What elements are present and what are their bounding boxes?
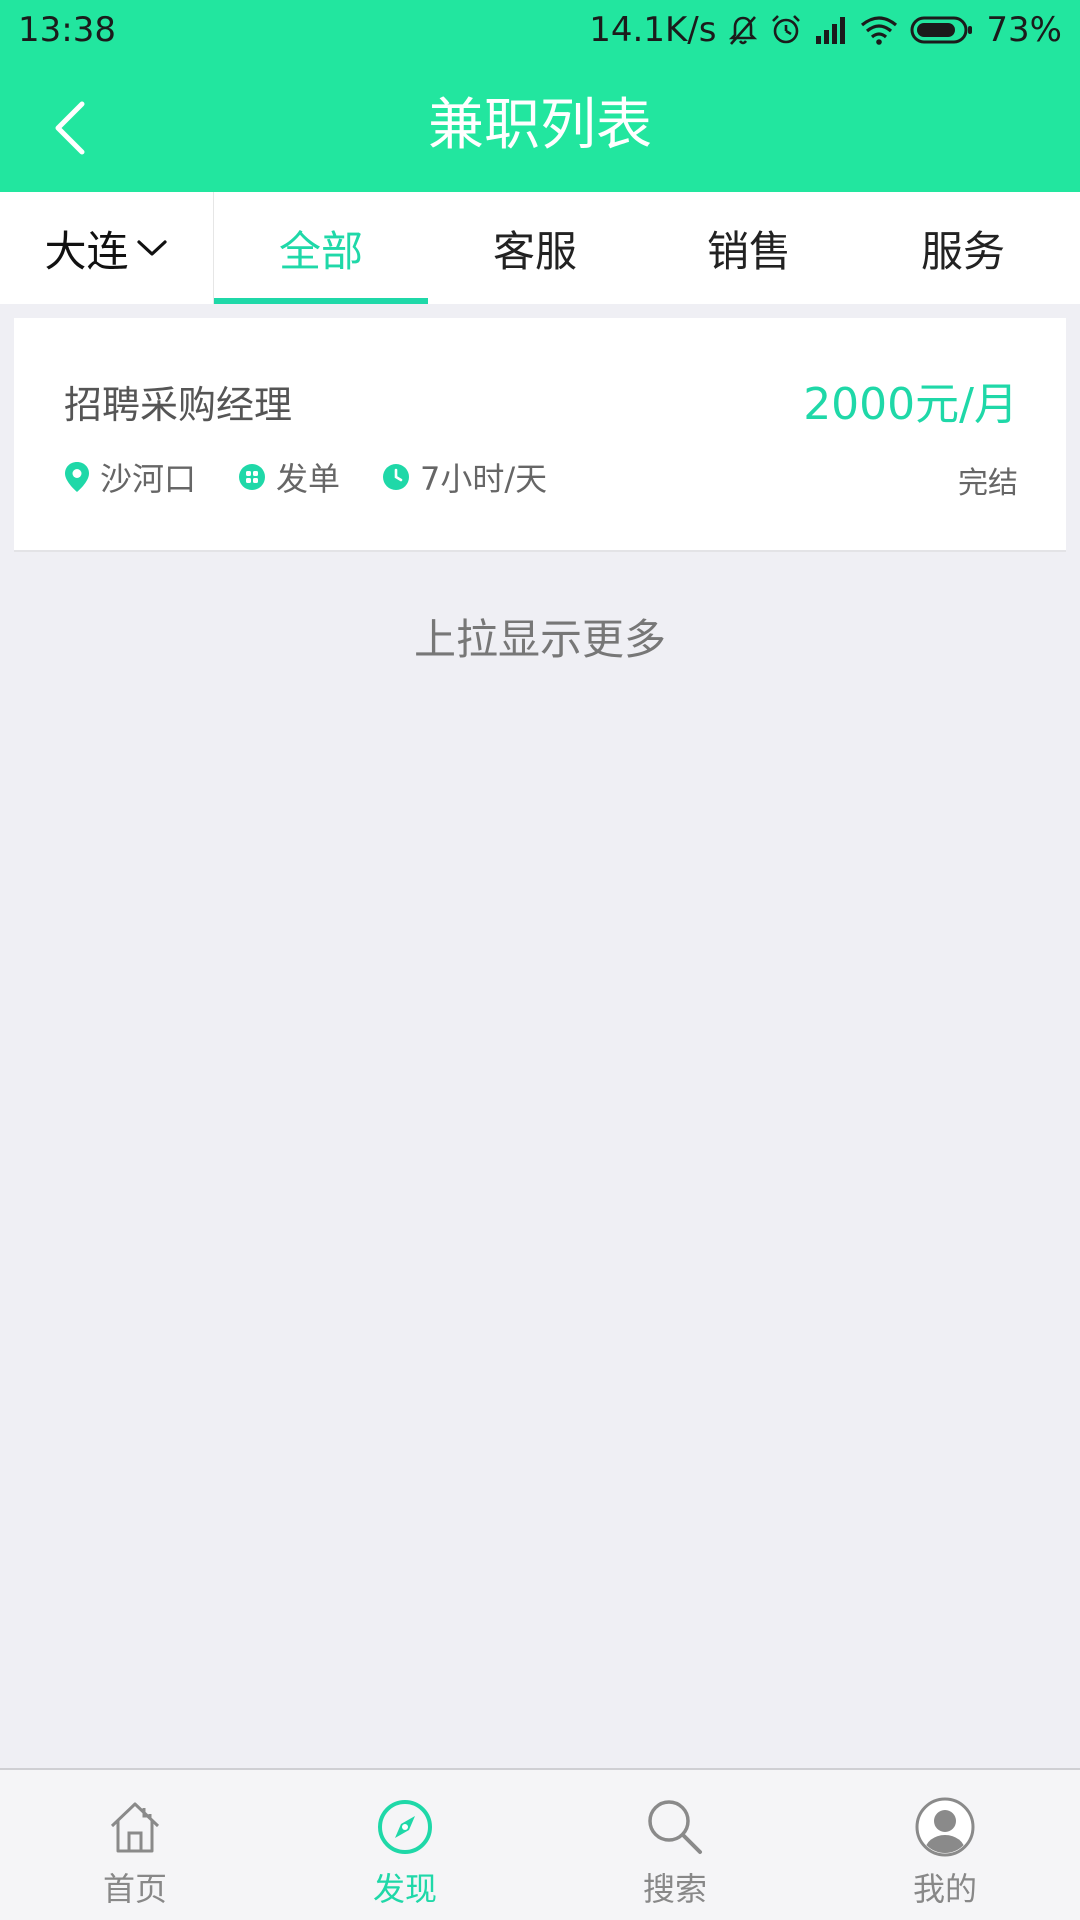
- nav-home[interactable]: 首页: [0, 1770, 270, 1920]
- battery-level: 73%: [986, 10, 1062, 50]
- tab-service[interactable]: 服务: [856, 192, 1070, 304]
- search-icon: [644, 1796, 706, 1858]
- status-time: 13:38: [18, 10, 116, 50]
- job-salary: 2000元/月: [803, 379, 1018, 430]
- hours-text: 7小时/天: [420, 460, 548, 498]
- nav-label: 首页: [102, 1870, 167, 1908]
- job-location: 沙河口: [64, 454, 196, 500]
- load-more-hint: 上拉显示更多: [413, 615, 666, 664]
- city-label: 大连: [44, 226, 129, 276]
- home-icon: [104, 1796, 166, 1858]
- alarm-icon: [770, 14, 802, 46]
- location-text: 沙河口: [100, 460, 197, 498]
- clock-icon: [383, 464, 410, 490]
- user-icon: [914, 1796, 976, 1858]
- nav-profile[interactable]: 我的: [810, 1770, 1080, 1920]
- wifi-icon: [860, 15, 898, 45]
- page-title: 兼职列表: [428, 93, 652, 158]
- mute-icon: [728, 14, 758, 46]
- category-tabbar: 大连 全部 客服 销售 服务: [0, 192, 1080, 304]
- nav-label: 我的: [912, 1870, 977, 1908]
- tab-label: 销售: [706, 226, 791, 276]
- grid-dot-icon: [239, 464, 266, 490]
- nav-discover[interactable]: 发现: [270, 1770, 540, 1920]
- job-title: 招聘采购经理: [64, 383, 293, 427]
- tab-customer-service[interactable]: 客服: [428, 192, 642, 304]
- location-pin-icon: [65, 462, 89, 492]
- tab-sales[interactable]: 销售: [642, 192, 856, 304]
- nav-search[interactable]: 搜索: [540, 1770, 810, 1920]
- chevron-down-icon: [136, 240, 167, 256]
- job-settlement: 发单: [238, 454, 340, 500]
- signal-icon: [814, 16, 848, 44]
- header-bar: 兼职列表: [0, 60, 1080, 192]
- battery-icon: [910, 15, 974, 45]
- tab-all[interactable]: 全部: [214, 192, 428, 304]
- nav-label: 搜索: [642, 1870, 707, 1908]
- nav-label: 发现: [372, 1870, 437, 1908]
- tab-label: 客服: [492, 226, 577, 276]
- job-card[interactable]: 招聘采购经理 2000元/月 沙河口 发单 7小时/天 完结: [14, 318, 1066, 552]
- job-hours: 7小时/天: [382, 454, 547, 500]
- tab-label: 全部: [278, 226, 363, 276]
- status-bar: 13:38 14.1K/s 73%: [0, 0, 1080, 60]
- network-speed: 14.1K/s: [589, 10, 717, 50]
- job-meta: 沙河口 发单 7小时/天: [64, 454, 589, 500]
- bottom-nav: 首页 发现 搜索 我的: [0, 1768, 1080, 1920]
- tab-label: 服务: [920, 226, 1005, 276]
- job-status: 完结: [958, 466, 1018, 501]
- settlement-text: 发单: [276, 460, 341, 498]
- compass-icon: [374, 1796, 436, 1858]
- city-dropdown[interactable]: 大连: [0, 192, 214, 304]
